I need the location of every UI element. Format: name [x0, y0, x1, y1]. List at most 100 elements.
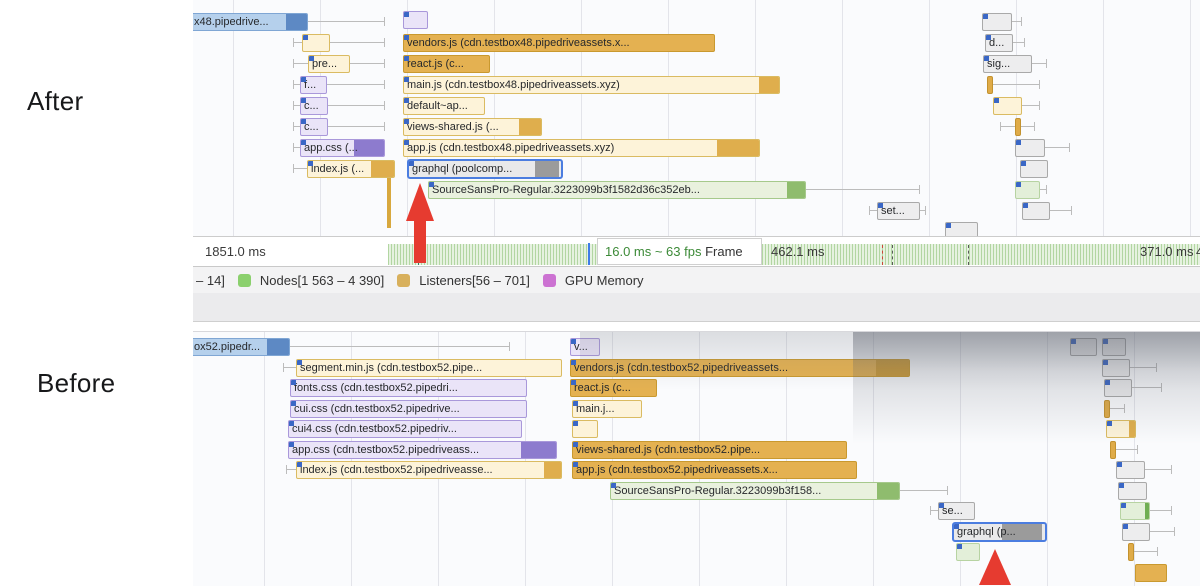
bar-graphql-after[interactable]: graphql (poolcomp... [407, 159, 563, 179]
event-marker [968, 245, 969, 265]
flame-bar[interactable] [993, 97, 1022, 115]
flame-bar[interactable]: app.css (cdn.testbox52.pipedriveass... [288, 441, 557, 459]
whisker [1000, 126, 1015, 127]
playhead-cursor[interactable] [588, 243, 590, 265]
flame-bar[interactable] [987, 76, 993, 94]
flame-bar [387, 178, 391, 228]
whisker [283, 367, 296, 368]
request-marker-icon [983, 14, 988, 19]
flame-bar[interactable]: views-shared.js (cdn.testbox52.pipe... [572, 441, 847, 459]
legend-item[interactable]: GPU Memory [543, 273, 644, 288]
flame-bar[interactable]: c... [300, 97, 328, 115]
whisker [1134, 551, 1158, 552]
flame-bar[interactable] [1015, 118, 1021, 136]
whisker [1145, 469, 1172, 470]
request-marker-icon [303, 35, 308, 40]
request-marker-icon [1121, 503, 1126, 508]
flame-bar[interactable] [1022, 202, 1050, 220]
flame-bar[interactable] [1102, 338, 1126, 356]
flame-bar[interactable] [1110, 441, 1116, 459]
whisker [293, 126, 300, 127]
flame-bar[interactable]: pre... [308, 55, 350, 73]
bar-document-after[interactable]: x48.pipedrive... [193, 13, 308, 31]
whisker [1021, 126, 1035, 127]
whisker [293, 147, 300, 148]
flame-bar[interactable] [1020, 160, 1048, 178]
flame-bar[interactable] [1015, 181, 1040, 199]
flame-bar[interactable] [1015, 139, 1045, 157]
flame-bar[interactable] [956, 543, 980, 561]
request-marker-icon [1119, 483, 1124, 488]
bar-document-before[interactable]: ox52.pipedr... [193, 338, 290, 356]
flame-bar[interactable]: SourceSansPro-Regular.3223099b3f1582d36c… [428, 181, 806, 199]
flame-bar[interactable]: vendors.js (cdn.testbox48.pipedriveasset… [403, 34, 715, 52]
download-cap [1129, 421, 1135, 437]
flame-bar[interactable] [1104, 400, 1110, 418]
flame-bar[interactable]: main.js (cdn.testbox48.pipedriveassets.x… [403, 76, 780, 94]
flame-bar[interactable]: c... [300, 118, 328, 136]
flame-bar[interactable]: f... [300, 76, 327, 94]
red-arrow-icon [414, 218, 426, 263]
flame-bar[interactable]: segment.min.js (cdn.testbox52.pipe... [296, 359, 562, 377]
gridline [755, 0, 756, 236]
flame-bar[interactable]: d... [985, 34, 1013, 52]
flame-bar[interactable] [1116, 461, 1145, 479]
fps-value: 16.0 ms ~ 63 fps [605, 244, 701, 259]
flame-bar[interactable]: vendors.js (cdn.testbox52.pipedriveasset… [570, 359, 910, 377]
flame-bar[interactable] [945, 222, 978, 236]
flame-bar[interactable]: v... [570, 338, 600, 356]
flame-bar[interactable]: views-shared.js (... [403, 118, 542, 136]
flame-bar[interactable]: default~ap... [403, 97, 485, 115]
flame-bar[interactable] [1118, 482, 1147, 500]
request-marker-icon [309, 56, 314, 61]
flame-bar[interactable] [1104, 379, 1132, 397]
flame-bar[interactable]: app.js (cdn.testbox52.pipedriveassets.x.… [572, 461, 857, 479]
flame-bar[interactable] [1128, 543, 1134, 561]
legend-item[interactable]: – 14] [196, 273, 225, 288]
flame-bar[interactable]: app.js (cdn.testbox48.pipedriveassets.xy… [403, 139, 760, 157]
flame-bar[interactable] [1106, 420, 1136, 438]
whisker [308, 21, 385, 22]
legend-item[interactable]: Listeners[56 – 701] [397, 273, 530, 288]
flame-bar[interactable] [1135, 564, 1167, 582]
flame-bar[interactable]: sig... [983, 55, 1032, 73]
flame-bar[interactable]: index.js (... [307, 160, 395, 178]
gridline [842, 0, 843, 236]
flame-bar[interactable] [1120, 502, 1150, 520]
flame-bar[interactable] [1070, 338, 1097, 356]
flame-bar-label: set... [881, 203, 918, 219]
flame-bar[interactable]: fonts.css (cdn.testbox52.pipedri... [290, 379, 527, 397]
whisker [1132, 387, 1162, 388]
gridline [264, 332, 265, 586]
flame-bar[interactable] [1102, 359, 1130, 377]
request-marker-icon [297, 462, 302, 467]
flame-bar[interactable]: index.js (cdn.testbox52.pipedriveasse... [296, 461, 562, 479]
legend-swatch-icon [238, 274, 251, 287]
whisker [293, 84, 300, 85]
request-marker-icon [571, 380, 576, 385]
flame-bar[interactable] [1122, 523, 1150, 541]
flamechart-panel-after: x48.pipedrive... vendors.js (cdn.testbox4… [193, 0, 1200, 236]
whisker [328, 126, 385, 127]
flame-bar-label: graphql (poolcomp... [412, 161, 560, 177]
flame-bar[interactable] [572, 420, 598, 438]
bar-graphql-before[interactable]: graphql (p... [952, 522, 1047, 542]
flame-bar[interactable]: set... [877, 202, 920, 220]
flame-bar[interactable]: app.css (... [300, 139, 385, 157]
whisker [930, 510, 938, 511]
flame-bar[interactable]: se... [938, 502, 975, 520]
flame-bar[interactable] [302, 34, 330, 52]
gridline [1190, 0, 1191, 236]
flame-bar[interactable]: cui4.css (cdn.testbox52.pipedriv... [288, 420, 522, 438]
request-marker-icon [404, 56, 409, 61]
flame-bar[interactable]: cui.css (cdn.testbox52.pipedrive... [290, 400, 527, 418]
flame-bar[interactable] [403, 11, 428, 29]
flame-bar[interactable]: react.js (c... [570, 379, 657, 397]
flame-bar[interactable]: SourceSansPro-Regular.3223099b3f158... [610, 482, 900, 500]
flame-bar[interactable]: main.j... [572, 400, 642, 418]
flame-bar[interactable]: react.js (c... [403, 55, 490, 73]
flame-bar[interactable] [982, 13, 1012, 31]
timeline-ruler[interactable]: 1851.0 ms 16.0 ms ~ 63 fps Frame 462.1 m… [193, 236, 1200, 267]
legend-item[interactable]: Nodes[1 563 – 4 390] [238, 273, 384, 288]
request-marker-icon [1107, 421, 1112, 426]
